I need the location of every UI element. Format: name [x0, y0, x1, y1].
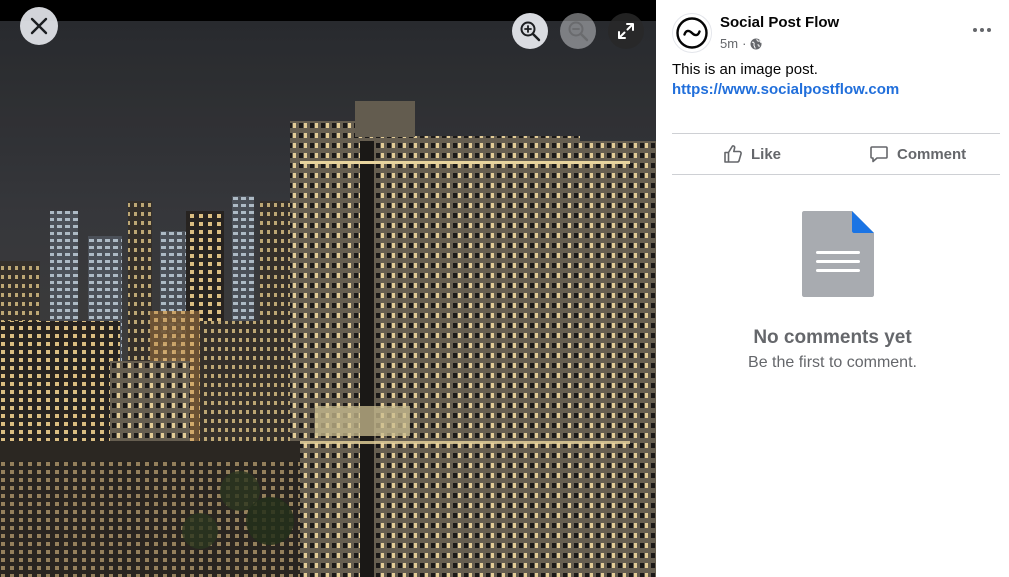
divider-top [672, 133, 1000, 134]
close-icon [30, 17, 48, 35]
comment-button[interactable]: Comment [869, 138, 966, 170]
like-button[interactable]: Like [723, 138, 781, 170]
image-viewer [0, 0, 656, 577]
post-meta: 5m · [720, 36, 762, 51]
meta-separator: · [742, 36, 747, 51]
zoom-out-icon [568, 21, 589, 42]
close-viewer-button[interactable] [20, 7, 58, 45]
thumbs-up-icon [724, 145, 742, 163]
comment-icon [870, 146, 888, 163]
more-options-button[interactable] [966, 14, 998, 46]
post-link[interactable]: https://www.socialpostflow.com [672, 80, 899, 100]
author-name[interactable]: Social Post Flow [720, 14, 839, 31]
social-post-flow-logo-icon [676, 17, 708, 49]
expand-icon [618, 23, 634, 39]
post-photo [0, 21, 656, 577]
post-text: This is an image post. [672, 61, 818, 78]
empty-document-icon [802, 211, 874, 297]
no-comments-title: No comments yet [753, 327, 912, 348]
zoom-in-button[interactable] [512, 13, 548, 49]
zoom-out-button[interactable] [560, 13, 596, 49]
more-horizontal-icon [973, 28, 991, 32]
zoom-in-icon [520, 21, 541, 42]
no-comments-subtitle: Be the first to comment. [748, 354, 917, 371]
fullscreen-button[interactable] [608, 13, 644, 49]
comment-label: Comment [897, 145, 967, 163]
divider-bottom [672, 174, 1000, 175]
post-panel: Social Post Flow 5m · This is an image p… [656, 0, 1009, 577]
author-avatar[interactable] [672, 13, 712, 53]
post-time[interactable]: 5m [720, 36, 738, 51]
like-label: Like [751, 145, 782, 163]
globe-icon [750, 38, 762, 49]
